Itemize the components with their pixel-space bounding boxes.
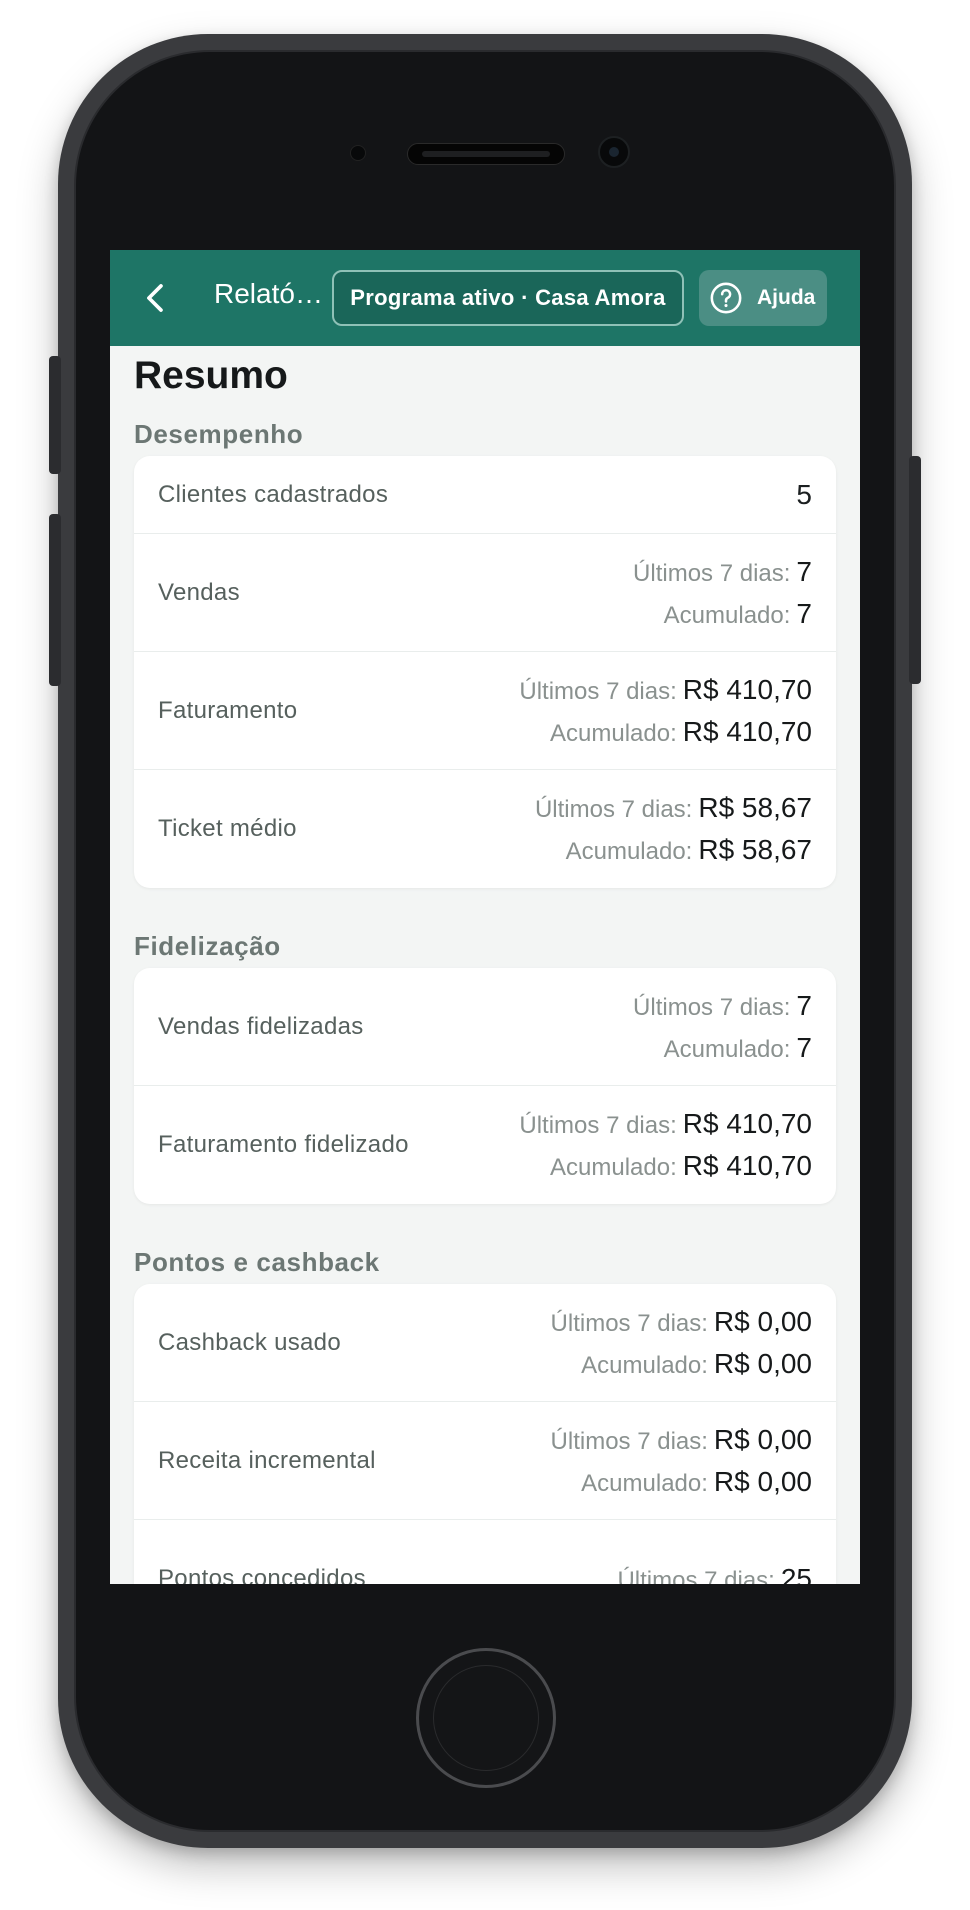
summary-title: Resumo — [134, 354, 288, 397]
last7-value: R$ 0,00 — [713, 1305, 812, 1337]
total-value: R$ 0,00 — [713, 1465, 812, 1497]
last7-label: Últimos 7 dias: — [550, 1309, 708, 1337]
last7-value: 7 — [796, 555, 812, 587]
last7-value: 25 — [780, 1563, 812, 1584]
section-title-pontos: Pontos e cashback — [134, 1247, 380, 1277]
app-screen: Relatórios Programa ativo · Casa Amora A… — [110, 250, 860, 1584]
metric-value: 5 — [796, 478, 812, 510]
metric-row-vendas-fidelizadas: Vendas fidelizadas Últimos 7 dias: 7 Acum… — [134, 968, 836, 1086]
total-label: Acumulado: — [550, 1154, 677, 1181]
metric-row-receita: Receita incremental Últimos 7 dias: R$ 0,… — [134, 1402, 836, 1520]
earpiece-speaker — [407, 143, 565, 165]
total-value: R$ 410,70 — [682, 1150, 812, 1181]
metric-label: Pontos concedidos — [158, 1565, 366, 1584]
metric-values: Últimos 7 dias: R$ 410,70 Acumulado: R$ 41… — [519, 1103, 812, 1187]
metric-label: Receita incremental — [158, 1446, 376, 1474]
metric-values: Últimos 7 dias: R$ 0,00 Acumulado: R$ 0,00 — [551, 1419, 812, 1503]
metric-row-faturamento: Faturamento Últimos 7 dias: R$ 410,70 Acu… — [134, 652, 836, 770]
metric-row-faturamento-fidelizado: Faturamento fidelizado Últimos 7 dias: R$… — [134, 1086, 836, 1204]
metric-label: Vendas — [158, 578, 240, 606]
proximity-sensor — [350, 145, 366, 161]
program-status-chip[interactable]: Programa ativo · Casa Amora — [332, 270, 684, 326]
last7-label: Últimos 7 dias: — [519, 677, 677, 705]
last7-value: R$ 410,70 — [682, 1108, 812, 1139]
last7-label: Últimos 7 dias: — [633, 993, 791, 1021]
card-pontos-cashback: Cashback usado Últimos 7 dias: R$ 0,00 Ac… — [134, 1284, 836, 1584]
total-value: R$ 58,67 — [698, 834, 812, 865]
total-value: 7 — [796, 1031, 812, 1063]
metric-label: Cashback usado — [158, 1328, 341, 1356]
total-value: R$ 0,00 — [713, 1347, 812, 1379]
report-content: Resumo Desempenho Clientes cadastrados 5… — [134, 346, 836, 1584]
last7-value: 7 — [796, 989, 812, 1021]
last7-label: Últimos 7 dias: — [534, 796, 693, 823]
metric-values: Últimos 7 dias: 7 Acumulado: 7 — [633, 985, 812, 1069]
metric-label: Faturamento — [158, 696, 298, 724]
last7-label: Últimos 7 dias: — [550, 1427, 708, 1455]
metric-row-vendas: Vendas Últimos 7 dias: 7 Acumulado: 7 — [134, 534, 836, 652]
app-bar: Relatórios Programa ativo · Casa Amora A… — [110, 250, 860, 346]
total-label: Acumulado: — [565, 838, 693, 865]
metric-values: Últimos 7 dias: R$ 0,00 Acumulado: R$ 0,00 — [551, 1301, 812, 1385]
metric-label: Clientes cadastrados — [158, 480, 389, 508]
metric-label: Faturamento fidelizado — [158, 1131, 409, 1158]
help-label: Ajuda — [757, 286, 816, 309]
metric-row-pontos-concedidos: Pontos concedidos Últimos 7 dias: 25 — [134, 1520, 836, 1584]
section-title-desempenho: Desempenho — [134, 419, 304, 449]
metric-values: Últimos 7 dias: R$ 410,70 Acumulado: R$ 41… — [519, 669, 812, 753]
total-label: Acumulado: — [663, 601, 791, 629]
front-camera — [598, 136, 630, 168]
help-button[interactable]: Ajuda — [699, 270, 827, 326]
mute-switch — [49, 356, 61, 474]
section-title-fidelizacao: Fidelização — [134, 931, 281, 961]
last7-label: Últimos 7 dias: — [633, 559, 791, 587]
total-value: 7 — [796, 597, 812, 629]
power-button — [909, 456, 921, 684]
metric-label: Vendas fidelizadas — [158, 1012, 364, 1040]
last7-value: R$ 0,00 — [713, 1423, 812, 1455]
page-title-appbar: Relatórios — [214, 278, 330, 309]
back-button[interactable] — [132, 274, 180, 322]
metric-row-clientes: Clientes cadastrados 5 — [134, 456, 836, 534]
metric-label: Ticket médio — [158, 815, 297, 842]
volume-button — [49, 514, 61, 686]
total-label: Acumulado: — [550, 719, 677, 747]
total-label: Acumulado: — [581, 1351, 708, 1379]
metric-row-ticket: Ticket médio Últimos 7 dias: R$ 58,67 Acu… — [134, 770, 836, 888]
last7-value: R$ 58,67 — [698, 792, 812, 823]
metric-row-cashback: Cashback usado Últimos 7 dias: R$ 0,00 Ac… — [134, 1284, 836, 1402]
chevron-left-icon — [147, 284, 163, 312]
metric-values: Últimos 7 dias: R$ 58,67 Acumulado: R$ 58,… — [535, 787, 812, 871]
metric-values: Últimos 7 dias: 7 Acumulado: 7 — [633, 551, 812, 635]
card-fidelizacao: Vendas fidelizadas Últimos 7 dias: 7 Acum… — [134, 968, 836, 1204]
total-value: R$ 410,70 — [682, 715, 812, 747]
last7-label: Últimos 7 dias: — [519, 1112, 677, 1139]
home-button[interactable] — [416, 1648, 556, 1788]
total-label: Acumulado: — [581, 1469, 708, 1497]
total-label: Acumulado: — [663, 1035, 791, 1063]
metric-values: Últimos 7 dias: 25 — [617, 1558, 812, 1584]
last7-label: Últimos 7 dias: — [617, 1567, 775, 1584]
last7-value: R$ 410,70 — [682, 673, 812, 705]
card-desempenho: Clientes cadastrados 5 Vendas Últimos 7 … — [134, 456, 836, 888]
help-icon — [710, 282, 742, 314]
